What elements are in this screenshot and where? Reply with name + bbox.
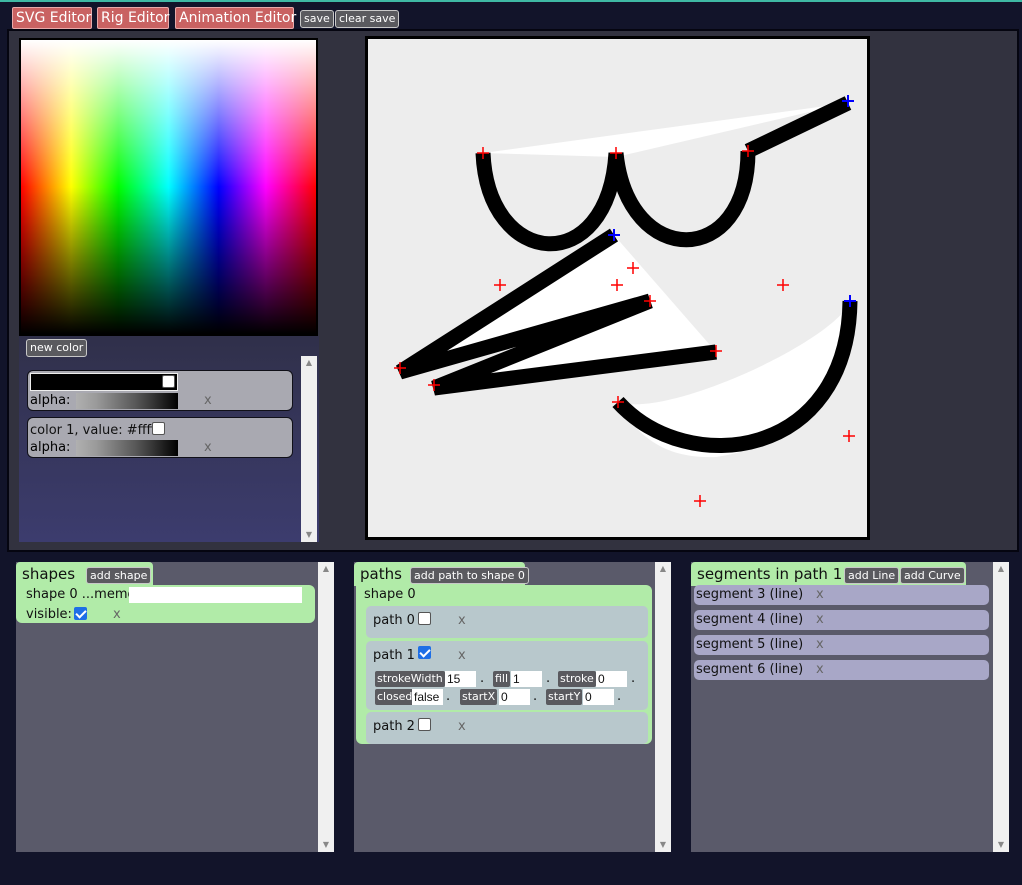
separator: . — [546, 671, 551, 686]
shapes-panel: shapes add shape shape 0 ...memo: visibl… — [16, 562, 334, 852]
alpha-label: alpha: — [30, 393, 71, 408]
alpha-slider[interactable] — [76, 440, 178, 456]
scroll-down-arrow-icon[interactable]: ▼ — [301, 528, 317, 542]
color-list-panel: new color alpha: x color 1, value: #ffff… — [19, 336, 319, 542]
scroll-up-arrow-icon[interactable]: ▲ — [655, 562, 671, 576]
paths-panel-header: paths add path to shape 0 — [354, 562, 529, 586]
path-0-checkbox[interactable] — [418, 612, 431, 625]
path-0-label: path 0 — [373, 613, 415, 628]
scroll-up-arrow-icon[interactable]: ▲ — [993, 562, 1009, 576]
shapes-panel-header: shapes add shape — [16, 562, 153, 586]
new-color-button[interactable]: new color — [26, 339, 88, 357]
segments-panel: segments in path 1 add Line add Curve se… — [691, 562, 1009, 852]
segment-5-card[interactable]: segment 5 (line) x — [694, 635, 989, 655]
segments-title: segments in path 1 — [697, 565, 843, 583]
segment-6-label: segment 6 (line) — [696, 662, 804, 677]
stroke-width-input[interactable] — [445, 671, 476, 687]
visible-checkbox[interactable] — [74, 607, 87, 620]
color-swatch-0[interactable]: alpha: x — [27, 370, 293, 411]
rig-editor-button[interactable]: Rig Editor — [97, 7, 169, 29]
shapes-scrollbar[interactable]: ▲ ▼ — [318, 562, 334, 852]
shape-0-heading: shape 0 — [364, 587, 416, 602]
alpha-slider[interactable] — [76, 393, 178, 409]
segments-scrollbar[interactable]: ▲ ▼ — [993, 562, 1009, 852]
scroll-up-arrow-icon[interactable]: ▲ — [318, 562, 334, 576]
remove-path-2-button[interactable]: x — [458, 719, 466, 734]
animation-editor-button[interactable]: Animation Editor — [175, 7, 296, 29]
path-1-label: path 1 — [373, 648, 415, 663]
color-1-label: color 1, value: #ffff — [30, 423, 156, 438]
remove-segment-6-button[interactable]: x — [816, 662, 824, 677]
remove-shape-button[interactable]: x — [113, 607, 121, 622]
separator: . — [631, 671, 636, 686]
separator: . — [480, 671, 485, 686]
save-button[interactable]: save — [300, 10, 334, 28]
fill-label: fill — [493, 671, 511, 687]
scroll-down-arrow-icon[interactable]: ▼ — [318, 838, 334, 852]
remove-color-0-button[interactable]: x — [204, 393, 212, 408]
clear-save-button[interactable]: clear save — [335, 10, 400, 28]
remove-path-1-button[interactable]: x — [458, 648, 466, 663]
shape-0-paths-card: shape 0 path 0 x path 1 x strokeWidth . … — [356, 585, 652, 744]
stroke-label: stroke — [558, 671, 596, 687]
separator: . — [446, 689, 451, 704]
path-2-card[interactable]: path 2 x — [366, 712, 648, 744]
stroke-curve-left — [475, 152, 624, 252]
segment-5-label: segment 5 (line) — [696, 637, 804, 652]
path-1-card[interactable]: path 1 x strokeWidth . fill . stroke . c… — [366, 641, 648, 710]
color-1-checkbox[interactable] — [152, 422, 165, 435]
closed-label: closed — [375, 689, 415, 705]
segments-panel-header: segments in path 1 add Line add Curve — [691, 562, 966, 586]
color-swatch-1[interactable]: color 1, value: #ffff alpha: x — [27, 417, 293, 458]
shape-0-card[interactable]: shape 0 ...memo: visible: x — [16, 585, 315, 623]
start-x-input[interactable] — [499, 689, 530, 705]
paths-title: paths — [360, 565, 402, 583]
path-0-card[interactable]: path 0 x — [366, 606, 648, 638]
remove-path-0-button[interactable]: x — [458, 613, 466, 628]
separator: . — [533, 689, 538, 704]
alpha-label: alpha: — [30, 440, 71, 455]
fill-input[interactable] — [511, 671, 542, 687]
stroke-width-label: strokeWidth — [375, 671, 445, 687]
paths-scrollbar[interactable]: ▲ ▼ — [655, 562, 671, 852]
start-x-label: startX — [460, 689, 498, 705]
drawing-canvas[interactable] — [365, 36, 870, 540]
shape-memo-input[interactable] — [129, 587, 302, 603]
color-value-bar[interactable] — [30, 373, 178, 391]
visible-label: visible: — [26, 607, 72, 622]
separator: . — [617, 689, 622, 704]
path-1-checkbox[interactable] — [418, 646, 431, 659]
segment-4-label: segment 4 (line) — [696, 612, 804, 627]
start-y-input[interactable] — [583, 689, 614, 705]
segment-6-card[interactable]: segment 6 (line) x — [694, 660, 989, 680]
start-y-label: startY — [546, 689, 583, 705]
scroll-down-arrow-icon[interactable]: ▼ — [655, 838, 671, 852]
segment-3-label: segment 3 (line) — [696, 587, 804, 602]
closed-input[interactable] — [412, 689, 443, 705]
add-shape-button[interactable]: add shape — [86, 567, 152, 584]
scroll-down-arrow-icon[interactable]: ▼ — [993, 838, 1009, 852]
remove-segment-5-button[interactable]: x — [816, 637, 824, 652]
color-list-scrollbar[interactable]: ▲ ▼ — [301, 356, 317, 542]
remove-segment-3-button[interactable]: x — [816, 587, 824, 602]
stroke-curve-right — [608, 150, 756, 248]
top-accent-line — [0, 0, 1022, 2]
segment-4-card[interactable]: segment 4 (line) x — [694, 610, 989, 630]
shapes-title: shapes — [22, 565, 76, 583]
stroke-input[interactable] — [596, 671, 627, 687]
remove-color-1-button[interactable]: x — [204, 440, 212, 455]
add-line-button[interactable]: add Line — [844, 567, 900, 584]
paths-panel: paths add path to shape 0 shape 0 path 0… — [354, 562, 671, 852]
svg-editor-button[interactable]: SVG Editor — [12, 7, 92, 29]
remove-segment-4-button[interactable]: x — [816, 612, 824, 627]
scroll-up-arrow-icon[interactable]: ▲ — [301, 356, 317, 370]
shape-0-label: shape 0 ...memo: — [26, 587, 140, 602]
color-picker-gradient[interactable] — [19, 38, 318, 336]
path-2-checkbox[interactable] — [418, 718, 431, 731]
path-2-label: path 2 — [373, 719, 415, 734]
add-path-button[interactable]: add path to shape 0 — [410, 567, 529, 584]
segment-3-card[interactable]: segment 3 (line) x — [694, 585, 989, 605]
add-curve-button[interactable]: add Curve — [900, 567, 965, 584]
color-0-checkbox[interactable] — [162, 375, 175, 388]
